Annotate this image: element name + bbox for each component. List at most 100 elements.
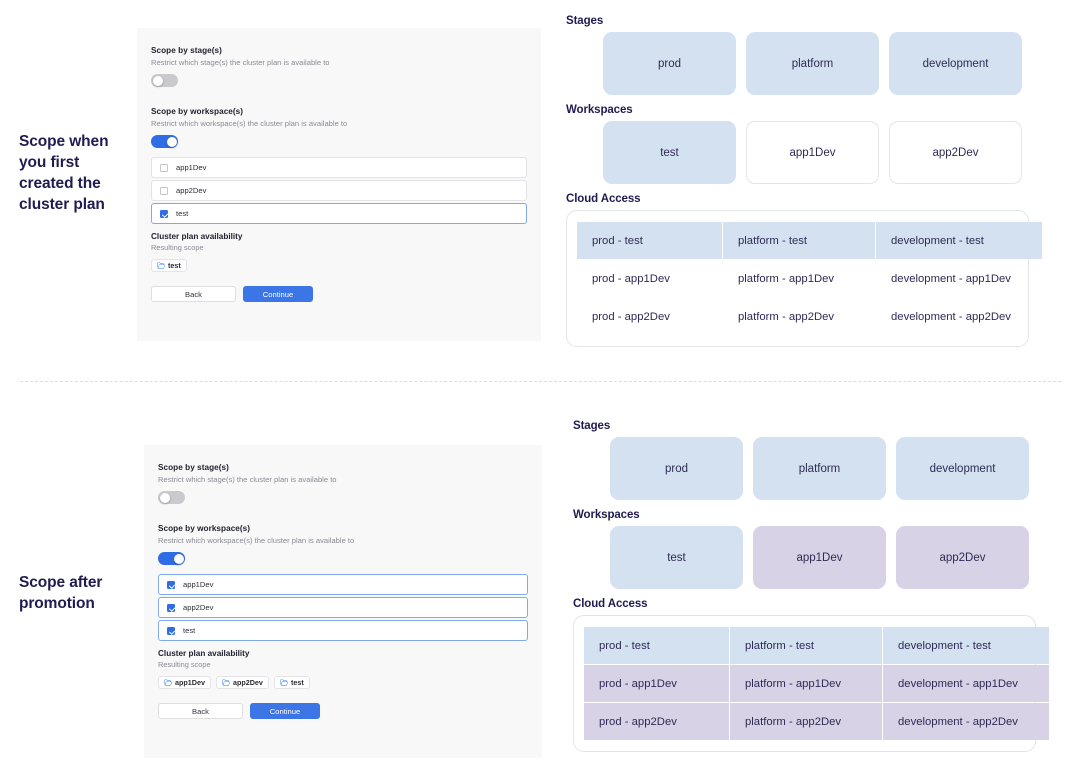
cloud-access-card: prod - test platform - test development - …	[566, 210, 1042, 347]
cloud-access-cell: prod - test	[577, 222, 722, 259]
scope-by-workspace-description: Restrict which workspace(s) the cluster …	[151, 119, 348, 128]
cloud-access-cell: development - app1Dev	[891, 272, 1011, 285]
workspace-checkbox-row[interactable]: test	[151, 203, 527, 224]
cloud-access-cell: development - app1Dev	[883, 665, 1049, 702]
scope-by-stage-description: Restrict which stage(s) the cluster plan…	[158, 475, 337, 484]
workspaces-heading: Workspaces	[566, 104, 633, 116]
workspace-node: app2Dev	[889, 121, 1022, 184]
workspace-node: test	[610, 526, 743, 589]
folder-icon	[280, 679, 288, 686]
toggle-knob	[166, 136, 177, 147]
wizard-button-row: Back Continue	[151, 286, 527, 302]
stages-row: prod platform development	[573, 437, 1036, 500]
scope-by-workspace-title: Scope by workspace(s)	[158, 524, 251, 533]
continue-button[interactable]: Continue	[250, 703, 320, 719]
checkbox-unchecked-icon[interactable]	[160, 186, 168, 195]
workspaces-row: test app1Dev app2Dev	[573, 526, 1036, 589]
workspace-checkbox-row[interactable]: app1Dev	[151, 157, 527, 178]
workspace-checkbox-label: app1Dev	[176, 163, 207, 172]
cloud-access-heading: Cloud Access	[566, 193, 641, 205]
scope-by-stage-toggle[interactable]	[158, 491, 185, 504]
stages-heading: Stages	[566, 15, 604, 27]
workspace-checkbox-row[interactable]: test	[158, 620, 528, 641]
workspace-checkbox-row[interactable]: app2Dev	[151, 180, 527, 201]
folder-icon	[222, 679, 230, 686]
checkbox-checked-icon[interactable]	[160, 209, 168, 218]
folder-icon	[164, 679, 172, 686]
cloud-access-grid: prod - test platform - test development - …	[567, 222, 1042, 335]
scope-by-workspace-description: Restrict which workspace(s) the cluster …	[158, 536, 355, 545]
checkbox-unchecked-icon[interactable]	[160, 163, 168, 172]
cloud-access-cell: development - test	[876, 222, 1042, 259]
workspace-checkbox-label: app2Dev	[176, 186, 207, 195]
cloud-access-cell: development - app2Dev	[891, 310, 1011, 323]
workspaces-heading: Workspaces	[573, 509, 640, 521]
cloud-access-cell: prod - app1Dev	[584, 665, 729, 702]
cloud-access-cell: prod - test	[584, 627, 729, 664]
scope-by-workspace-toggle[interactable]	[158, 552, 185, 565]
cluster-plan-scope-panel-promoted: Scope by stage(s) Restrict which stage(s…	[144, 445, 542, 758]
workspace-checkbox-list: app1Dev app2Dev test	[158, 574, 528, 641]
scope-chip-label: app1Dev	[175, 678, 205, 687]
scope-by-stage-title: Scope by stage(s)	[158, 463, 229, 472]
scope-diagram-initial: Stages prod platform development Workspace…	[566, 15, 1042, 347]
scope-chip: app2Dev	[215, 676, 269, 689]
resulting-scope-label: Resulting scope	[158, 660, 211, 669]
back-button[interactable]: Back	[151, 286, 236, 302]
section-label-bottom: Scope after promotion	[19, 574, 103, 612]
section-divider	[20, 381, 1061, 382]
folder-icon	[157, 262, 165, 269]
cloud-access-cell: development - app2Dev	[883, 703, 1049, 740]
toggle-knob	[173, 553, 184, 564]
checkbox-checked-icon[interactable]	[167, 603, 175, 612]
cloud-access-grid: prod - test platform - test development - …	[574, 627, 1049, 740]
stage-node: platform	[746, 32, 879, 95]
workspace-checkbox-label: app1Dev	[183, 580, 214, 589]
workspace-checkbox-label: app2Dev	[183, 603, 214, 612]
cluster-plan-availability-title: Cluster plan availability	[151, 232, 243, 241]
workspace-node: test	[603, 121, 736, 184]
continue-button[interactable]: Continue	[243, 286, 313, 302]
scope-chip: test	[273, 676, 310, 689]
workspace-node: app1Dev	[746, 121, 879, 184]
scope-by-workspace-toggle[interactable]	[151, 135, 178, 148]
scope-chip: test	[151, 259, 187, 272]
resulting-scope-label: Resulting scope	[151, 243, 204, 252]
scope-by-stage-description: Restrict which stage(s) the cluster plan…	[151, 58, 330, 67]
workspace-node: app2Dev	[896, 526, 1029, 589]
stage-node: development	[896, 437, 1029, 500]
cloud-access-cell: prod - app1Dev	[592, 272, 670, 285]
toggle-knob	[159, 492, 170, 503]
stage-node: prod	[603, 32, 736, 95]
section-label-top: Scope when you first created the cluster…	[19, 133, 109, 213]
checkbox-checked-icon[interactable]	[167, 626, 175, 635]
cloud-access-heading: Cloud Access	[573, 598, 648, 610]
workspace-checkbox-label: test	[176, 209, 189, 218]
cluster-plan-scope-panel-initial: Scope by stage(s) Restrict which stage(s…	[137, 28, 541, 341]
scope-by-stage-toggle[interactable]	[151, 74, 178, 87]
scope-chip-label: test	[168, 261, 181, 270]
resulting-scope-chips: app1Dev app2Dev test	[158, 676, 528, 689]
scope-by-stage-title: Scope by stage(s)	[151, 46, 222, 55]
cloud-access-card: prod - test platform - test development - …	[573, 615, 1049, 752]
workspace-checkbox-row[interactable]: app2Dev	[158, 597, 528, 618]
scope-by-workspace-title: Scope by workspace(s)	[151, 107, 244, 116]
stages-heading: Stages	[573, 420, 611, 432]
cluster-plan-availability-title: Cluster plan availability	[158, 649, 250, 658]
workspace-checkbox-row[interactable]: app1Dev	[158, 574, 528, 595]
cloud-access-cell: platform - app1Dev	[738, 272, 835, 285]
back-button[interactable]: Back	[158, 703, 243, 719]
cloud-access-cell: platform - test	[723, 222, 875, 259]
wizard-button-row: Back Continue	[158, 703, 528, 719]
workspace-node: app1Dev	[753, 526, 886, 589]
cloud-access-cell: platform - test	[730, 627, 882, 664]
cloud-access-cell: platform - app1Dev	[730, 665, 882, 702]
cloud-access-cell: development - test	[883, 627, 1049, 664]
cloud-access-cell: prod - app2Dev	[592, 310, 670, 323]
stage-node: development	[889, 32, 1022, 95]
checkbox-checked-icon[interactable]	[167, 580, 175, 589]
